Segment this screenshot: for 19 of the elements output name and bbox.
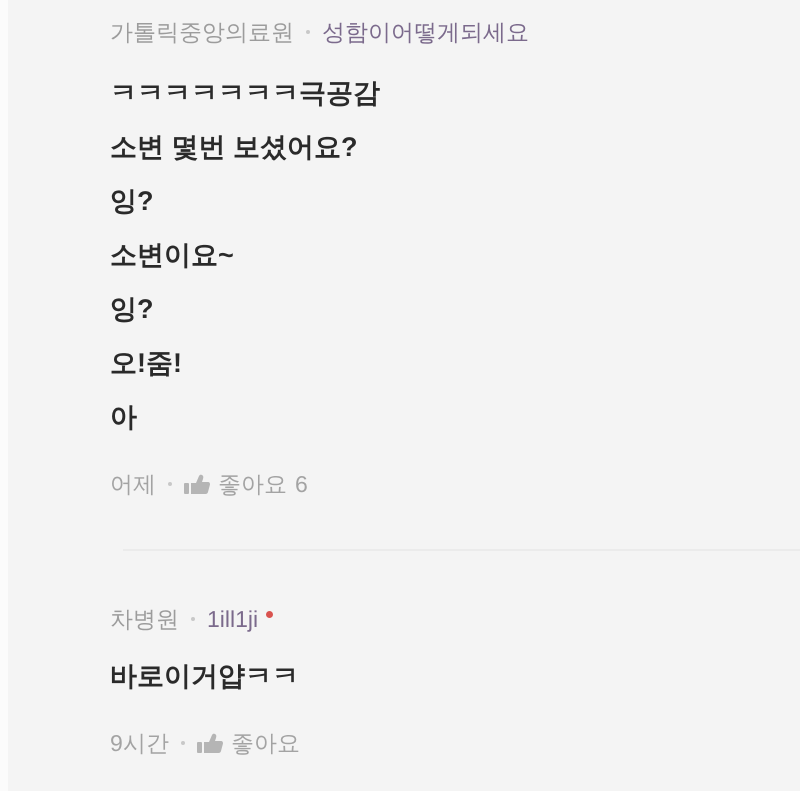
timestamp: 어제 xyxy=(110,470,156,499)
like-label[interactable]: 좋아요 xyxy=(218,466,287,502)
comment-text-line: 바로이거얍ㅋㅋ xyxy=(110,660,299,693)
like-label[interactable]: 좋아요 xyxy=(230,726,300,760)
comment-text-line: 아 xyxy=(110,401,137,434)
comment-text-line: 소변이요~ xyxy=(110,239,234,272)
comment-text-line: 잉? xyxy=(110,185,154,218)
comment-text-line: ㅋㅋㅋㅋㅋㅋㅋ극공감 xyxy=(110,77,380,110)
timestamp: 9시간 xyxy=(110,728,169,758)
like-count: 6 xyxy=(295,470,308,499)
comment-text-line: 잉? xyxy=(110,293,154,326)
organization-label: 차병원 xyxy=(110,604,179,634)
thumbs-up-icon xyxy=(196,733,223,753)
thumbs-up-icon xyxy=(184,474,210,494)
comment-text-line: 소변 몇번 보셨어요? xyxy=(110,131,358,164)
author-name[interactable]: 1ill1ji xyxy=(207,602,258,636)
author-name[interactable]: 성함이어떻게되세요 xyxy=(322,14,529,50)
organization-label: 가톨릭중앙의료원 xyxy=(110,18,294,47)
comment-text-line: 오!줌! xyxy=(110,347,182,380)
